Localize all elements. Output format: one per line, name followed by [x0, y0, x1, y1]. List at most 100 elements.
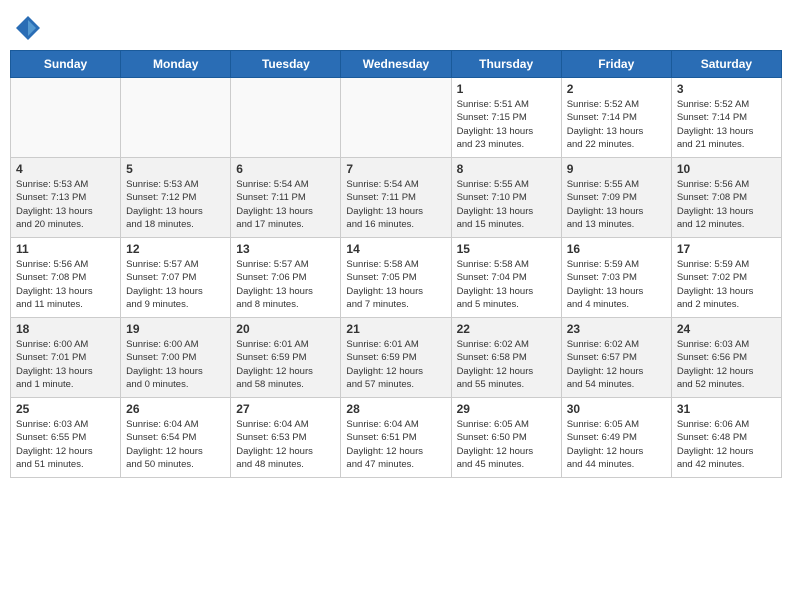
day-info: Sunrise: 6:03 AM Sunset: 6:56 PM Dayligh…: [677, 338, 776, 391]
day-number: 6: [236, 162, 335, 176]
day-info: Sunrise: 5:59 AM Sunset: 7:02 PM Dayligh…: [677, 258, 776, 311]
day-number: 7: [346, 162, 445, 176]
day-info: Sunrise: 5:55 AM Sunset: 7:09 PM Dayligh…: [567, 178, 666, 231]
calendar-cell: 26 Sunrise: 6:04 AM Sunset: 6:54 PM Dayli…: [121, 398, 231, 478]
logo: [14, 14, 46, 42]
day-number: 31: [677, 402, 776, 416]
calendar-cell: 12 Sunrise: 5:57 AM Sunset: 7:07 PM Dayli…: [121, 238, 231, 318]
day-number: 21: [346, 322, 445, 336]
day-number: 27: [236, 402, 335, 416]
col-header-saturday: Saturday: [671, 51, 781, 78]
day-info: Sunrise: 5:59 AM Sunset: 7:03 PM Dayligh…: [567, 258, 666, 311]
day-number: 26: [126, 402, 225, 416]
day-number: 12: [126, 242, 225, 256]
calendar-week-row: 18Sunrise: 6:00 AM Sunset: 7:01 PM Dayli…: [11, 318, 782, 398]
day-number: 16: [567, 242, 666, 256]
calendar-week-row: 11 Sunrise: 5:56 AM Sunset: 7:08 PM Dayli…: [11, 238, 782, 318]
day-info: Sunrise: 5:52 AM Sunset: 7:14 PM Dayligh…: [677, 98, 776, 151]
calendar-cell: 5 Sunrise: 5:53 AM Sunset: 7:12 PM Daylig…: [121, 158, 231, 238]
day-info: Sunrise: 6:02 AM Sunset: 6:57 PM Dayligh…: [567, 338, 666, 391]
day-number: 20: [236, 322, 335, 336]
day-number: 9: [567, 162, 666, 176]
calendar-cell: 19 Sunrise: 6:00 AM Sunset: 7:00 PM Dayli…: [121, 318, 231, 398]
day-number: 11: [16, 242, 115, 256]
day-info: Sunrise: 5:52 AM Sunset: 7:14 PM Dayligh…: [567, 98, 666, 151]
calendar-cell: 3 Sunrise: 5:52 AM Sunset: 7:14 PM Daylig…: [671, 78, 781, 158]
calendar-cell: 13 Sunrise: 5:57 AM Sunset: 7:06 PM Dayli…: [231, 238, 341, 318]
day-info: Sunrise: 6:06 AM Sunset: 6:48 PM Dayligh…: [677, 418, 776, 471]
day-info: Sunrise: 6:01 AM Sunset: 6:59 PM Dayligh…: [236, 338, 335, 391]
calendar-cell: 14Sunrise: 5:58 AM Sunset: 7:05 PM Dayli…: [341, 238, 451, 318]
day-info: Sunrise: 6:04 AM Sunset: 6:54 PM Dayligh…: [126, 418, 225, 471]
day-info: Sunrise: 5:53 AM Sunset: 7:12 PM Dayligh…: [126, 178, 225, 231]
calendar-cell: 17 Sunrise: 5:59 AM Sunset: 7:02 PM Dayli…: [671, 238, 781, 318]
day-number: 28: [346, 402, 445, 416]
day-number: 13: [236, 242, 335, 256]
calendar-cell: [121, 78, 231, 158]
calendar-cell: 31 Sunrise: 6:06 AM Sunset: 6:48 PM Dayli…: [671, 398, 781, 478]
day-number: 25: [16, 402, 115, 416]
col-header-wednesday: Wednesday: [341, 51, 451, 78]
day-info: Sunrise: 5:53 AM Sunset: 7:13 PM Dayligh…: [16, 178, 115, 231]
day-info: Sunrise: 5:56 AM Sunset: 7:08 PM Dayligh…: [677, 178, 776, 231]
calendar-cell: 18Sunrise: 6:00 AM Sunset: 7:01 PM Dayli…: [11, 318, 121, 398]
calendar-cell: 28 Sunrise: 6:04 AM Sunset: 6:51 PM Dayli…: [341, 398, 451, 478]
calendar-cell: 25 Sunrise: 6:03 AM Sunset: 6:55 PM Dayli…: [11, 398, 121, 478]
logo-icon: [14, 14, 42, 42]
col-header-tuesday: Tuesday: [231, 51, 341, 78]
calendar-cell: 11 Sunrise: 5:56 AM Sunset: 7:08 PM Dayli…: [11, 238, 121, 318]
calendar-header-row: SundayMondayTuesdayWednesdayThursdayFrid…: [11, 51, 782, 78]
day-info: Sunrise: 5:51 AM Sunset: 7:15 PM Dayligh…: [457, 98, 556, 151]
day-info: Sunrise: 6:02 AM Sunset: 6:58 PM Dayligh…: [457, 338, 556, 391]
day-info: Sunrise: 6:05 AM Sunset: 6:49 PM Dayligh…: [567, 418, 666, 471]
calendar-cell: 4 Sunrise: 5:53 AM Sunset: 7:13 PM Daylig…: [11, 158, 121, 238]
day-info: Sunrise: 5:58 AM Sunset: 7:04 PM Dayligh…: [457, 258, 556, 311]
day-info: Sunrise: 5:56 AM Sunset: 7:08 PM Dayligh…: [16, 258, 115, 311]
calendar-cell: 23 Sunrise: 6:02 AM Sunset: 6:57 PM Dayli…: [561, 318, 671, 398]
day-number: 5: [126, 162, 225, 176]
calendar-cell: 7 Sunrise: 5:54 AM Sunset: 7:11 PM Daylig…: [341, 158, 451, 238]
calendar-week-row: 1 Sunrise: 5:51 AM Sunset: 7:15 PM Daylig…: [11, 78, 782, 158]
calendar-cell: 1 Sunrise: 5:51 AM Sunset: 7:15 PM Daylig…: [451, 78, 561, 158]
day-info: Sunrise: 6:03 AM Sunset: 6:55 PM Dayligh…: [16, 418, 115, 471]
calendar-cell: 21 Sunrise: 6:01 AM Sunset: 6:59 PM Dayli…: [341, 318, 451, 398]
calendar-cell: 2 Sunrise: 5:52 AM Sunset: 7:14 PM Daylig…: [561, 78, 671, 158]
day-info: Sunrise: 6:01 AM Sunset: 6:59 PM Dayligh…: [346, 338, 445, 391]
calendar-week-row: 25 Sunrise: 6:03 AM Sunset: 6:55 PM Dayli…: [11, 398, 782, 478]
day-number: 15: [457, 242, 556, 256]
day-number: 19: [126, 322, 225, 336]
day-number: 10: [677, 162, 776, 176]
day-number: 18: [16, 322, 115, 336]
calendar-cell: 15 Sunrise: 5:58 AM Sunset: 7:04 PM Dayli…: [451, 238, 561, 318]
calendar-table: SundayMondayTuesdayWednesdayThursdayFrid…: [10, 50, 782, 478]
day-number: 23: [567, 322, 666, 336]
day-info: Sunrise: 5:58 AM Sunset: 7:05 PM Dayligh…: [346, 258, 445, 311]
calendar-cell: 30Sunrise: 6:05 AM Sunset: 6:49 PM Dayli…: [561, 398, 671, 478]
calendar-cell: 6 Sunrise: 5:54 AM Sunset: 7:11 PM Daylig…: [231, 158, 341, 238]
day-info: Sunrise: 5:54 AM Sunset: 7:11 PM Dayligh…: [236, 178, 335, 231]
day-info: Sunrise: 5:55 AM Sunset: 7:10 PM Dayligh…: [457, 178, 556, 231]
day-number: 4: [16, 162, 115, 176]
day-info: Sunrise: 6:04 AM Sunset: 6:53 PM Dayligh…: [236, 418, 335, 471]
calendar-cell: 24 Sunrise: 6:03 AM Sunset: 6:56 PM Dayli…: [671, 318, 781, 398]
day-info: Sunrise: 5:54 AM Sunset: 7:11 PM Dayligh…: [346, 178, 445, 231]
calendar-cell: 16 Sunrise: 5:59 AM Sunset: 7:03 PM Dayli…: [561, 238, 671, 318]
day-info: Sunrise: 6:00 AM Sunset: 7:00 PM Dayligh…: [126, 338, 225, 391]
day-info: Sunrise: 6:04 AM Sunset: 6:51 PM Dayligh…: [346, 418, 445, 471]
page-header: [10, 10, 782, 42]
day-number: 8: [457, 162, 556, 176]
day-info: Sunrise: 5:57 AM Sunset: 7:07 PM Dayligh…: [126, 258, 225, 311]
day-number: 1: [457, 82, 556, 96]
day-number: 17: [677, 242, 776, 256]
calendar-cell: [231, 78, 341, 158]
day-info: Sunrise: 5:57 AM Sunset: 7:06 PM Dayligh…: [236, 258, 335, 311]
day-number: 2: [567, 82, 666, 96]
day-number: 3: [677, 82, 776, 96]
col-header-thursday: Thursday: [451, 51, 561, 78]
calendar-cell: [341, 78, 451, 158]
day-number: 24: [677, 322, 776, 336]
calendar-cell: 27 Sunrise: 6:04 AM Sunset: 6:53 PM Dayli…: [231, 398, 341, 478]
col-header-sunday: Sunday: [11, 51, 121, 78]
calendar-cell: [11, 78, 121, 158]
col-header-friday: Friday: [561, 51, 671, 78]
